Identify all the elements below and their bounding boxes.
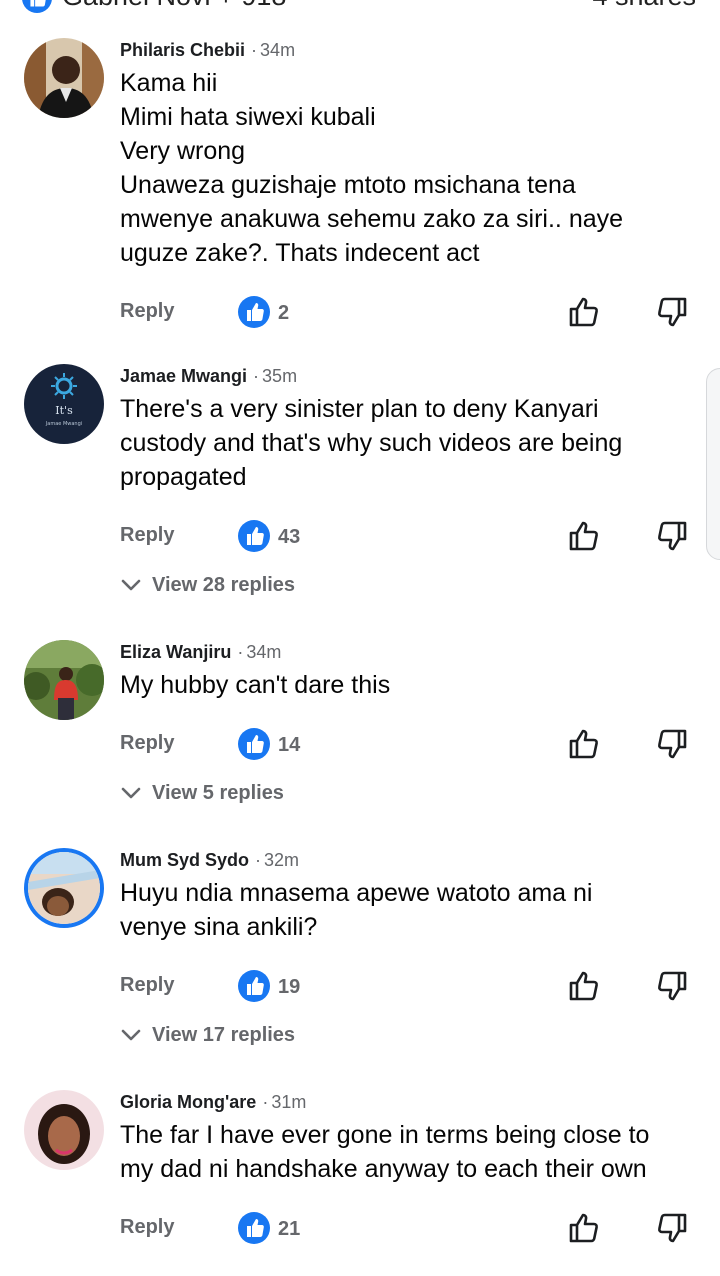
downvote-icon[interactable]	[654, 1210, 690, 1246]
comment-line: venye sina ankili?	[120, 913, 318, 941]
separator-dot: ·	[237, 642, 244, 662]
view-replies-label[interactable]: View 28 replies	[152, 570, 295, 600]
downvote-icon[interactable]	[654, 968, 690, 1004]
view-replies-label[interactable]: View 17 replies	[152, 1020, 295, 1050]
avatar-text: It's	[55, 404, 73, 417]
comment-line: There's a very sinister plan to deny Kan…	[120, 395, 599, 423]
comment-line: propagated	[120, 463, 247, 491]
comment-text: The far I have ever gone in terms being …	[120, 1118, 700, 1186]
separator-dot: ·	[251, 40, 258, 60]
like-count[interactable]: 21	[278, 1218, 300, 1241]
author-name[interactable]: Jamae Mwangi	[120, 366, 247, 386]
comment-line: uguze zake?. Thats indecent act	[120, 239, 480, 267]
comment-actions: Reply 19	[0, 968, 720, 1008]
reactions-summary-bar[interactable]: Gabriel Novi + 918 4 shares	[0, 0, 720, 18]
comment-meta: Eliza Wanjiru · 34m	[120, 640, 281, 664]
like-count[interactable]: 19	[278, 976, 300, 999]
upvote-icon[interactable]	[566, 726, 602, 762]
comment-line: The far I have ever gone in terms being …	[120, 1121, 650, 1149]
reply-button[interactable]: Reply	[120, 732, 174, 755]
avatar[interactable]: It's Jamae Mwangi	[24, 364, 104, 444]
upvote-icon[interactable]	[566, 518, 602, 554]
like-reaction-icon	[22, 0, 52, 13]
comment-meta: Jamae Mwangi · 35m	[120, 364, 297, 388]
like-count[interactable]: 14	[278, 734, 300, 757]
like-count[interactable]: 43	[278, 526, 300, 549]
upvote-icon[interactable]	[566, 968, 602, 1004]
comment-line: Mimi hata siwexi kubali	[120, 103, 376, 131]
author-name[interactable]: Philaris Chebii	[120, 40, 245, 60]
like-reaction-icon[interactable]	[238, 728, 270, 760]
avatar[interactable]	[28, 852, 100, 924]
reactors-text[interactable]: Gabriel Novi + 918	[62, 0, 286, 14]
comment-time[interactable]: 35m	[262, 366, 297, 386]
separator-dot: ·	[255, 850, 262, 870]
comment-text: My hubby can't dare this	[120, 668, 700, 702]
author-name[interactable]: Eliza Wanjiru	[120, 642, 231, 662]
avatar[interactable]	[24, 1090, 104, 1170]
comment-text: Huyu ndia mnasema apewe watoto ama ni ve…	[120, 876, 700, 944]
avatar[interactable]	[24, 640, 104, 720]
separator-dot: ·	[253, 366, 260, 386]
like-count[interactable]: 2	[278, 302, 289, 325]
reply-button[interactable]: Reply	[120, 974, 174, 997]
comment-meta: Mum Syd Sydo · 32m	[120, 848, 299, 872]
comment-text: Kama hii Mimi hata siwexi kubali Very wr…	[120, 66, 700, 270]
reply-button[interactable]: Reply	[120, 300, 174, 323]
view-replies-label[interactable]: View 5 replies	[152, 778, 284, 808]
chevron-down-icon	[121, 579, 141, 591]
upvote-icon[interactable]	[566, 294, 602, 330]
comment-meta: Philaris Chebii · 34m	[120, 38, 295, 62]
downvote-icon[interactable]	[654, 726, 690, 762]
downvote-icon[interactable]	[654, 294, 690, 330]
comment-line: custody and that's why such videos are b…	[120, 429, 623, 457]
reply-button[interactable]: Reply	[120, 1216, 174, 1239]
comment-time[interactable]: 34m	[260, 40, 295, 60]
comment-line: My hubby can't dare this	[120, 671, 391, 699]
like-reaction-icon[interactable]	[238, 1212, 270, 1244]
comment-text: There's a very sinister plan to deny Kan…	[120, 392, 700, 494]
comment-line: Very wrong	[120, 137, 246, 165]
comment-actions: Reply 14	[0, 726, 720, 766]
avatar-subtext: Jamae Mwangi	[45, 421, 82, 427]
comment-meta: Gloria Mong'are · 31m	[120, 1090, 306, 1114]
author-name[interactable]: Mum Syd Sydo	[120, 850, 249, 870]
shares-count[interactable]: 4 shares	[592, 0, 696, 14]
upvote-icon[interactable]	[566, 1210, 602, 1246]
chevron-down-icon	[121, 787, 141, 799]
like-reaction-icon[interactable]	[238, 296, 270, 328]
comment-line: Unaweza guzishaje mtoto msichana tena	[120, 171, 576, 199]
comment-time[interactable]: 34m	[246, 642, 281, 662]
comment-time[interactable]: 31m	[271, 1092, 306, 1112]
comment-line: Huyu ndia mnasema apewe watoto ama ni	[120, 879, 593, 907]
reply-button[interactable]: Reply	[120, 524, 174, 547]
avatar[interactable]	[24, 38, 104, 118]
downvote-icon[interactable]	[654, 518, 690, 554]
separator-dot: ·	[262, 1092, 269, 1112]
author-name[interactable]: Gloria Mong'are	[120, 1092, 256, 1112]
like-reaction-icon[interactable]	[238, 970, 270, 1002]
comment-actions: Reply 21	[0, 1210, 720, 1250]
chevron-down-icon	[121, 1029, 141, 1041]
comment-line: Kama hii	[120, 69, 218, 97]
comment-actions: Reply 43	[0, 518, 720, 558]
comment-line: my dad ni handshake anyway to each their…	[120, 1155, 647, 1183]
like-reaction-icon[interactable]	[238, 520, 270, 552]
comment-actions: Reply 2	[0, 294, 720, 334]
comment-line: mwenye anakuwa sehemu zako za siri.. nay…	[120, 205, 624, 233]
comment-time[interactable]: 32m	[264, 850, 299, 870]
